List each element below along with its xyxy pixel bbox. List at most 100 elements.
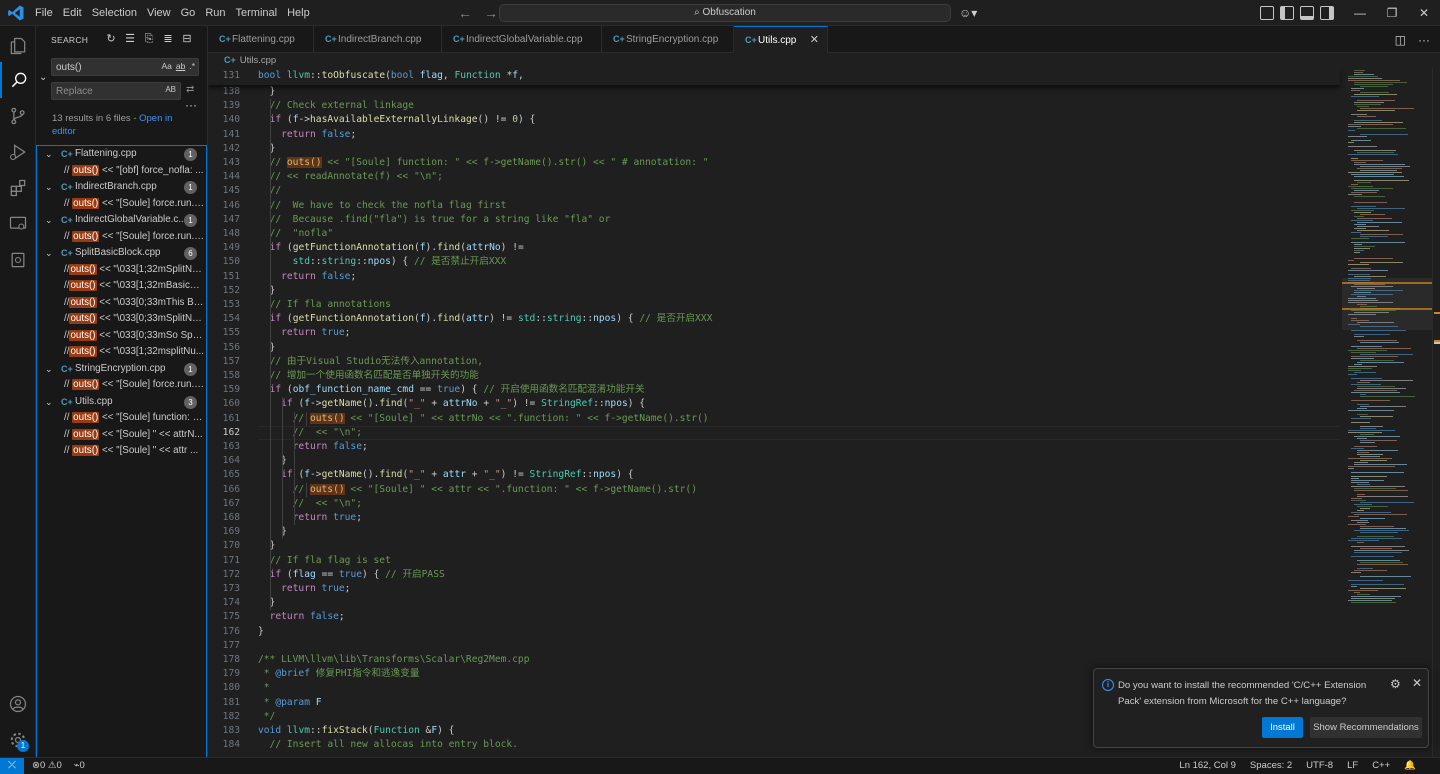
code-line[interactable]: 147 // Because .find("fla") is true for …: [208, 213, 1340, 227]
notification-settings-icon[interactable]: ⚙: [1390, 677, 1401, 691]
code-line[interactable]: 168 return true;: [208, 511, 1340, 525]
menu-edit[interactable]: Edit: [58, 0, 87, 26]
code-line[interactable]: 159 if (obf_function_name_cmd == true) {…: [208, 383, 1340, 397]
back-arrow-icon[interactable]: ←: [456, 4, 474, 22]
more-options-icon[interactable]: ···: [185, 98, 197, 112]
customize-layout-icon[interactable]: [1260, 6, 1274, 20]
code-line[interactable]: 139 // Check external linkage: [208, 99, 1340, 113]
result-file[interactable]: ⌄ C+ SplitBasicBlock.cpp 6: [37, 245, 206, 262]
overview-ruler[interactable]: [1432, 68, 1440, 757]
search-view-icon[interactable]: [0, 62, 36, 98]
show-recommendations-button[interactable]: Show Recommendations: [1310, 717, 1422, 738]
replace-input[interactable]: [56, 85, 146, 98]
menu-go[interactable]: Go: [176, 0, 201, 26]
code-line[interactable]: 160 if (f->getName().find("_" + attrNo +…: [208, 397, 1340, 411]
preserve-case-option[interactable]: AB: [165, 85, 176, 94]
chevron-down-icon[interactable]: ⌄: [45, 394, 53, 411]
toggle-primary-sidebar-icon[interactable]: [1280, 6, 1294, 20]
more-actions-icon[interactable]: ···: [1418, 33, 1430, 47]
result-file[interactable]: ⌄ C+ Flattening.cpp 1: [37, 146, 206, 163]
minimap[interactable]: [1342, 68, 1432, 757]
code-line[interactable]: 146 // We have to check the nofla flag f…: [208, 199, 1340, 213]
code-line[interactable]: 164 }: [208, 454, 1340, 468]
collapse-all-icon[interactable]: ⊟: [180, 32, 194, 46]
code-line[interactable]: 175 return false;: [208, 610, 1340, 624]
result-match[interactable]: // outs() << "[Soule] force.run.I...: [37, 229, 206, 246]
result-match[interactable]: // outs() << "[obf] force_nofla: ...: [37, 163, 206, 180]
breadcrumb[interactable]: C+ Utils.cpp: [208, 53, 1440, 68]
match-whole-word-option[interactable]: ab: [176, 61, 185, 71]
result-match[interactable]: // outs() << "[Soule] force.run.I...: [37, 196, 206, 213]
manage-gear-icon[interactable]: 1: [0, 722, 36, 758]
menu-view[interactable]: View: [142, 0, 176, 26]
code-line[interactable]: 178 /** LLVM\llvm\lib\Transforms\Scalar\R…: [208, 653, 1340, 667]
chevron-down-icon[interactable]: ⌄: [45, 245, 53, 262]
code-line[interactable]: 140 if (f->hasAvailableExternallyLinkage…: [208, 113, 1340, 127]
code-line[interactable]: 165 if (f->getName().find("_" + attr + "…: [208, 468, 1340, 482]
result-file[interactable]: ⌄ C+ IndirectGlobalVariable.c... 1: [37, 212, 206, 229]
code-line[interactable]: 174 }: [208, 596, 1340, 610]
close-tab-icon[interactable]: ✕: [810, 27, 819, 54]
indentation[interactable]: Spaces: 2: [1250, 758, 1292, 774]
source-control-icon[interactable]: [0, 98, 36, 134]
code-line[interactable]: 177: [208, 639, 1340, 653]
close-window-icon[interactable]: ✕: [1408, 0, 1440, 26]
code-line[interactable]: 148 // "nofla": [208, 227, 1340, 241]
code-line[interactable]: 176}: [208, 625, 1340, 639]
code-line[interactable]: 163 return false;: [208, 440, 1340, 454]
code-line[interactable]: 138 }: [208, 85, 1340, 99]
code-line[interactable]: 157 // 由于Visual Studio无法传入annotation,: [208, 355, 1340, 369]
sticky-scroll-header[interactable]: 131 bool llvm::toObfuscate(bool flag, Fun…: [208, 68, 1340, 85]
toggle-secondary-sidebar-icon[interactable]: [1320, 6, 1334, 20]
menu-run[interactable]: Run: [200, 0, 230, 26]
code-editor[interactable]: 138 } 139 // Check external linkage 140 if…: [208, 68, 1440, 757]
clear-results-icon[interactable]: ☰: [123, 32, 137, 46]
result-match[interactable]: //outs() << "\033[1;32msplitNu...: [37, 344, 206, 361]
tab-indirectglobalvariable-cpp[interactable]: C+ IndirectGlobalVariable.cpp: [442, 26, 602, 53]
notification-close-icon[interactable]: ✕: [1412, 676, 1422, 690]
end-of-line[interactable]: LF: [1347, 758, 1358, 774]
search-input[interactable]: [56, 61, 146, 74]
code-line[interactable]: 167 // << "\n";: [208, 497, 1340, 511]
menu-terminal[interactable]: Terminal: [231, 0, 283, 26]
explorer-icon[interactable]: [0, 28, 36, 64]
run-debug-icon[interactable]: [0, 134, 36, 170]
result-file[interactable]: ⌄ C+ Utils.cpp 3: [37, 394, 206, 411]
match-case-option[interactable]: Aa: [161, 61, 171, 71]
menu-file[interactable]: File: [30, 0, 58, 26]
remote-explorer-icon[interactable]: [0, 206, 36, 242]
command-center[interactable]: ⌕ Obfuscation: [499, 4, 951, 22]
menu-selection[interactable]: Selection: [87, 0, 142, 26]
tab-utils-cpp[interactable]: C+ Utils.cpp ✕: [734, 26, 828, 53]
forward-arrow-icon[interactable]: →: [482, 4, 500, 22]
tab-indirectbranch-cpp[interactable]: C+ IndirectBranch.cpp: [314, 26, 442, 53]
result-match[interactable]: //outs() << "\033[1;32mBasicBl...: [37, 278, 206, 295]
encoding[interactable]: UTF-8: [1306, 758, 1333, 774]
result-match[interactable]: //outs() << "\033[0;33mThis Ba...: [37, 295, 206, 312]
accounts-icon[interactable]: [0, 686, 36, 722]
code-line[interactable]: 143 // outs() << "[Soule] function: " <<…: [208, 156, 1340, 170]
code-line[interactable]: 150 std::string::npos) { // 是否禁止开启XXX: [208, 255, 1340, 269]
problems-indicator[interactable]: ⊗0 ⚠0: [32, 758, 62, 774]
install-button[interactable]: Install: [1262, 717, 1303, 738]
result-match[interactable]: //outs() << "\033[0;33mSo Spli...: [37, 328, 206, 345]
code-line[interactable]: 154 if (getFunctionAnnotation(f).find(at…: [208, 312, 1340, 326]
chevron-down-icon[interactable]: ⌄: [45, 212, 53, 229]
code-line[interactable]: 172 if (flag == true) { // 开启PASS: [208, 568, 1340, 582]
replace-all-icon[interactable]: ⇄: [186, 84, 198, 96]
toggle-replace-icon[interactable]: ⌄: [39, 72, 49, 83]
cursor-position[interactable]: Ln 162, Col 9: [1179, 758, 1236, 774]
code-line[interactable]: 171 // If fla flag is set: [208, 554, 1340, 568]
remote-indicator-icon[interactable]: ⤫: [0, 758, 24, 774]
code-line[interactable]: 166 // outs() << "[Soule] " << attr << "…: [208, 483, 1340, 497]
code-line[interactable]: 155 return true;: [208, 326, 1340, 340]
code-line[interactable]: 162 // << "\n";: [208, 426, 1340, 440]
code-line[interactable]: 153 // If fla annotations: [208, 298, 1340, 312]
result-file[interactable]: ⌄ C+ StringEncryption.cpp 1: [37, 361, 206, 378]
toggle-panel-icon[interactable]: [1300, 6, 1314, 20]
minimap-slider[interactable]: [1342, 278, 1432, 330]
code-line[interactable]: 161 // outs() << "[Soule] " << attrNo <<…: [208, 412, 1340, 426]
result-match[interactable]: // outs() << "[Soule] " << attrN...: [37, 427, 206, 444]
result-match[interactable]: // outs() << "[Soule] force.run.S...: [37, 377, 206, 394]
tab-stringencryption-cpp[interactable]: C+ StringEncryption.cpp: [602, 26, 734, 53]
